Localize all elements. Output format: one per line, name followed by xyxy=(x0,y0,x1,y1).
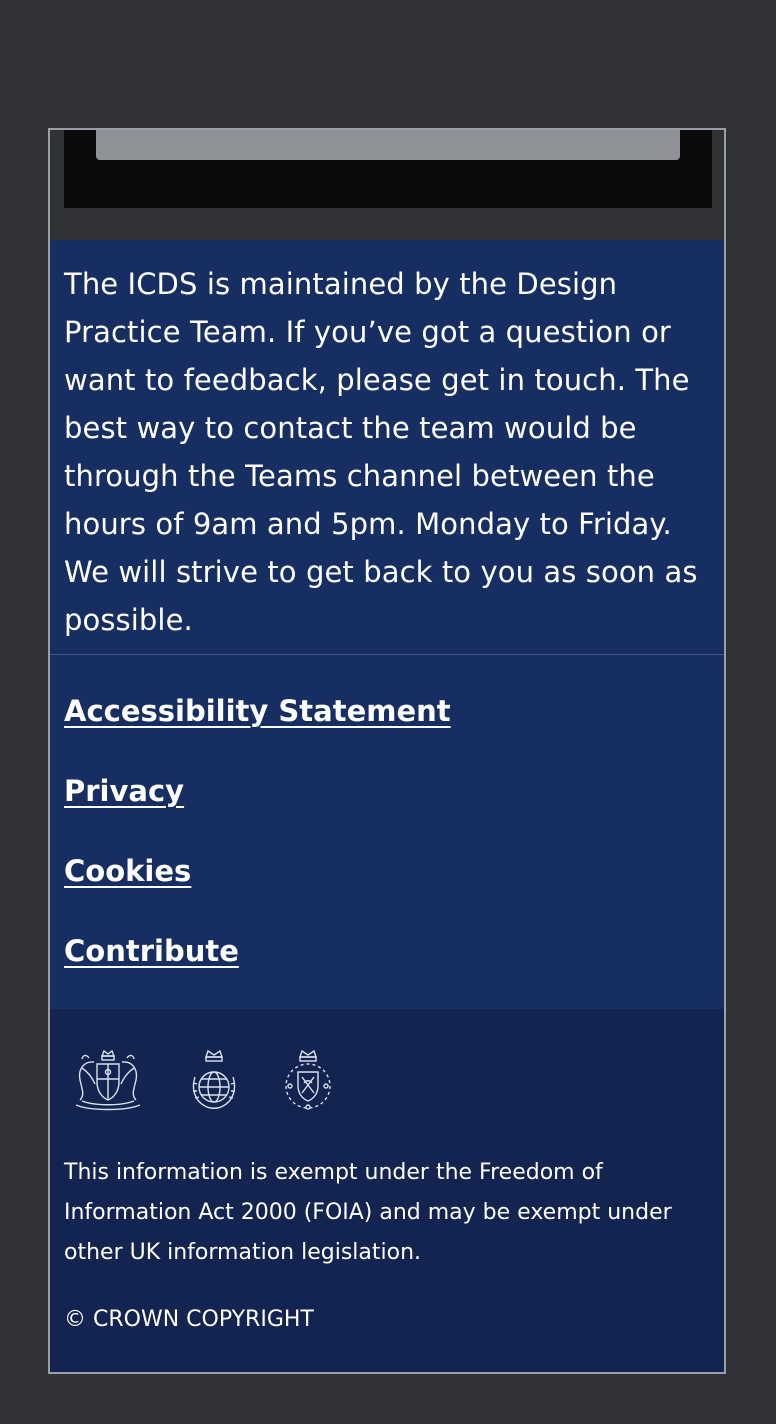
crown-globe-crest-icon xyxy=(192,1049,236,1109)
footer-links: Accessibility Statement Privacy Cookies … xyxy=(50,655,724,1009)
cookies-link[interactable]: Cookies xyxy=(64,851,191,891)
crown-shield-crest-icon xyxy=(285,1049,331,1110)
royal-coat-of-arms-icon xyxy=(75,1049,141,1111)
contact-description: The ICDS is maintained by the Design Pra… xyxy=(64,267,698,637)
accessibility-statement-link[interactable]: Accessibility Statement xyxy=(64,691,451,731)
contribute-link[interactable]: Contribute xyxy=(64,931,239,971)
privacy-link[interactable]: Privacy xyxy=(64,771,184,811)
preview-frame: The ICDS is maintained by the Design Pra… xyxy=(48,128,726,1374)
preview-dark-region xyxy=(64,130,712,208)
foia-notice: This information is exempt under the Fre… xyxy=(64,1160,672,1265)
preview-scroll-bar xyxy=(96,130,680,160)
crown-copyright: © CROWN COPYRIGHT xyxy=(64,1307,314,1332)
contact-panel: The ICDS is maintained by the Design Pra… xyxy=(50,240,724,655)
government-footer: This information is exempt under the Fre… xyxy=(50,1009,724,1372)
